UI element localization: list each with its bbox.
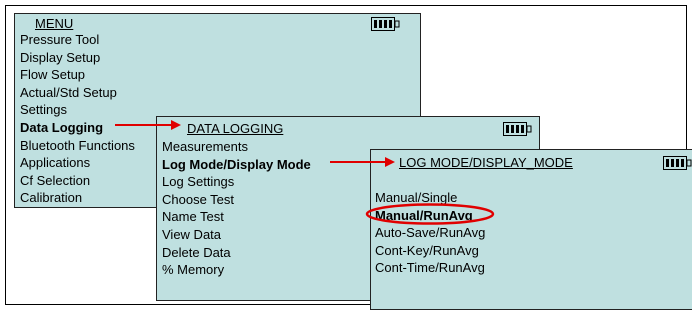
menu-item-auto-save-runavg[interactable]: Auto-Save/RunAvg: [375, 224, 485, 242]
menu-item-settings[interactable]: Settings: [20, 101, 135, 119]
log-mode-panel: LOG MODE/DISPLAY_MODE Manual/Single Manu…: [370, 149, 692, 310]
menu-item-delete-data[interactable]: Delete Data: [162, 244, 311, 262]
menu-item-actual-std-setup[interactable]: Actual/Std Setup: [20, 84, 135, 102]
menu-item-applications[interactable]: Applications: [20, 154, 135, 172]
menu-item-cf-selection[interactable]: Cf Selection: [20, 172, 135, 190]
main-menu-title: MENU: [35, 16, 74, 31]
menu-item-cont-key-runavg[interactable]: Cont-Key/RunAvg: [375, 242, 485, 260]
menu-item-bluetooth-functions[interactable]: Bluetooth Functions: [20, 137, 135, 155]
menu-item-name-test[interactable]: Name Test: [162, 208, 311, 226]
menu-item-manual-single[interactable]: Manual/Single: [375, 189, 485, 207]
menu-item-pressure-tool[interactable]: Pressure Tool: [20, 31, 135, 49]
log-mode-title: LOG MODE/DISPLAY_MODE: [399, 155, 573, 170]
battery-full-icon: [503, 122, 532, 136]
data-logging-title: DATA LOGGING: [187, 121, 284, 136]
battery-full-icon: [663, 156, 692, 170]
menu-item-view-data[interactable]: View Data: [162, 226, 311, 244]
menu-item-display-setup[interactable]: Display Setup: [20, 49, 135, 67]
log-mode-list: Manual/Single Manual/RunAvg Auto-Save/Ru…: [375, 189, 485, 277]
menu-item-flow-setup[interactable]: Flow Setup: [20, 66, 135, 84]
menu-item-manual-runavg[interactable]: Manual/RunAvg: [375, 207, 485, 225]
menu-item-percent-memory[interactable]: % Memory: [162, 261, 311, 279]
menu-item-log-mode-display-mode[interactable]: Log Mode/Display Mode: [162, 156, 311, 174]
menu-item-choose-test[interactable]: Choose Test: [162, 191, 311, 209]
menu-item-log-settings[interactable]: Log Settings: [162, 173, 311, 191]
menu-item-data-logging[interactable]: Data Logging: [20, 119, 135, 137]
menu-item-measurements[interactable]: Measurements: [162, 138, 311, 156]
menu-item-cont-time-runavg[interactable]: Cont-Time/RunAvg: [375, 259, 485, 277]
main-menu-list: Pressure Tool Display Setup Flow Setup A…: [20, 31, 135, 207]
data-logging-list: Measurements Log Mode/Display Mode Log S…: [162, 138, 311, 279]
menu-item-calibration[interactable]: Calibration: [20, 189, 135, 207]
battery-full-icon: [371, 17, 400, 31]
